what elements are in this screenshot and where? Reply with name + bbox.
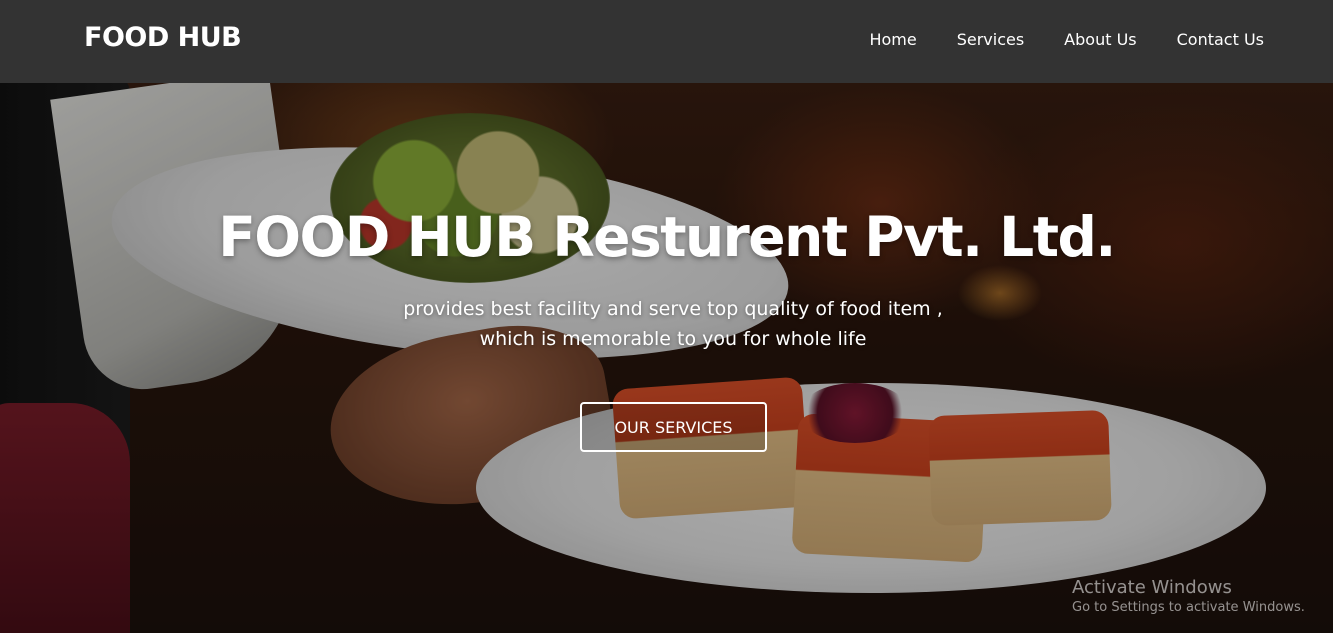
hero-section: FOOD HUB Resturent Pvt. Ltd. provides be…	[0, 83, 1333, 633]
brand-logo[interactable]: FOOD HUB	[84, 22, 242, 53]
nav-link-services[interactable]: Services	[957, 30, 1024, 49]
hero-subtitle: provides best facility and serve top qua…	[0, 294, 1333, 354]
hero-overlay	[0, 83, 1333, 633]
nav-link-contact-us[interactable]: Contact Us	[1177, 30, 1264, 49]
nav-link-about-us[interactable]: About Us	[1064, 30, 1136, 49]
our-services-button[interactable]: OUR SERVICES	[580, 402, 767, 452]
watermark-title: Activate Windows	[1072, 577, 1232, 598]
activate-windows-watermark: Activate Windows Go to Settings to activ…	[1072, 577, 1305, 617]
nav-links: Home Services About Us Contact Us	[869, 30, 1264, 49]
navbar: FOOD HUB Home Services About Us Contact …	[0, 0, 1333, 83]
hero-subtitle-line-1: provides best facility and serve top qua…	[403, 298, 943, 320]
hero-title: FOOD HUB Resturent Pvt. Ltd.	[218, 205, 1116, 269]
hero-subtitle-line-2: which is memorable to you for whole life	[479, 328, 867, 350]
watermark-subtitle: Go to Settings to activate Windows.	[1072, 600, 1305, 615]
page: FOOD HUB Home Services About Us Contact …	[0, 0, 1333, 633]
nav-link-home[interactable]: Home	[869, 30, 916, 49]
